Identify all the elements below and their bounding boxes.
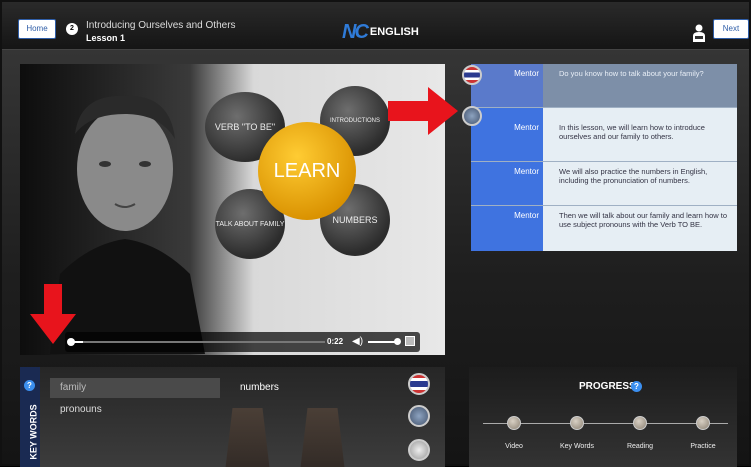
microphone-icon[interactable] — [408, 439, 430, 461]
mentor-row[interactable]: Mentor Do you know how to talk about you… — [471, 64, 737, 108]
english-flag-icon[interactable] — [462, 106, 482, 126]
lesson-number-badge: 2 — [66, 23, 78, 35]
keyword-family[interactable]: family — [50, 378, 220, 398]
red-arrow-down-icon — [30, 284, 76, 344]
nc-english-logo: NC ENGLISH — [342, 20, 419, 43]
mentor-text: Then we will talk about our family and l… — [559, 211, 728, 229]
key-words-sidebar: ? KEY WORDS — [20, 367, 40, 467]
red-arrow-right-icon — [388, 87, 458, 135]
header-bar: Home 2 Introducing Ourselves and Others … — [2, 2, 749, 50]
thai-flag-icon[interactable] — [462, 65, 482, 85]
mentor-label: Mentor — [514, 167, 539, 176]
mentor-row[interactable]: Mentor In this lesson, we will learn how… — [471, 118, 737, 162]
seek-bar[interactable] — [67, 338, 325, 346]
step-dot-video[interactable] — [507, 416, 521, 430]
mentor-row[interactable]: Mentor Then we will talk about our famil… — [471, 206, 737, 250]
lesson-title: Introducing Ourselves and Others — [86, 20, 236, 31]
thai-flag-icon[interactable] — [408, 373, 430, 395]
info-icon[interactable]: ? — [631, 381, 642, 392]
home-button[interactable]: Home — [18, 19, 56, 39]
key-words-title: KEY WORDS — [28, 404, 39, 460]
progress-panel: PROGRESS ? Video Key Words Reading Pract… — [469, 367, 737, 467]
mentor-label: Mentor — [514, 211, 539, 220]
mentor-text: We will also practice the numbers in Eng… — [559, 167, 708, 185]
logo-mark: NC — [342, 20, 369, 43]
mentor-text: Do you know how to talk about your famil… — [559, 69, 704, 78]
step-label-reading: Reading — [626, 443, 654, 450]
fullscreen-icon[interactable] — [405, 336, 415, 346]
time-display: 0:22 — [327, 337, 344, 346]
mentor-text: In this lesson, we will learn how to int… — [559, 123, 705, 141]
key-words-panel: ? KEY WORDS family pronouns numbers — [20, 367, 445, 467]
next-button[interactable]: Next — [713, 19, 749, 39]
bubble-learn: LEARN — [258, 122, 356, 220]
mentor-transcript-panel: Mentor Do you know how to talk about you… — [471, 64, 737, 251]
english-flag-icon[interactable] — [408, 405, 430, 427]
mentor-row[interactable]: Mentor We will also practice the numbers… — [471, 162, 737, 206]
info-icon[interactable]: ? — [24, 380, 35, 391]
mentor-label: Mentor — [471, 64, 543, 107]
step-label-video: Video — [505, 443, 523, 450]
app-window: Home 2 Introducing Ourselves and Others … — [0, 0, 751, 467]
volume-icon[interactable]: ◀) — [352, 336, 363, 347]
video-player[interactable]: VERB "TO BE" INTRODUCTIONS TALK ABOUT FA… — [20, 64, 445, 355]
logo-text: ENGLISH — [369, 26, 419, 38]
mentor-label: Mentor — [514, 123, 539, 132]
volume-handle[interactable] — [394, 338, 401, 345]
lesson-subtitle: Lesson 1 — [86, 33, 126, 43]
keyword-numbers[interactable]: numbers — [240, 382, 279, 393]
step-label-practice: Practice — [690, 443, 716, 450]
step-label-key-words: Key Words — [559, 443, 595, 450]
step-dot-practice[interactable] — [696, 416, 710, 430]
keyword-pronouns[interactable]: pronouns — [60, 404, 102, 415]
bridge-background-image — [225, 408, 345, 467]
user-profile-icon[interactable] — [692, 24, 706, 42]
video-controls: 0:22 ◀) — [65, 332, 420, 352]
step-dot-reading[interactable] — [633, 416, 647, 430]
progress-title: PROGRESS — [579, 381, 636, 392]
step-dot-key-words[interactable] — [570, 416, 584, 430]
